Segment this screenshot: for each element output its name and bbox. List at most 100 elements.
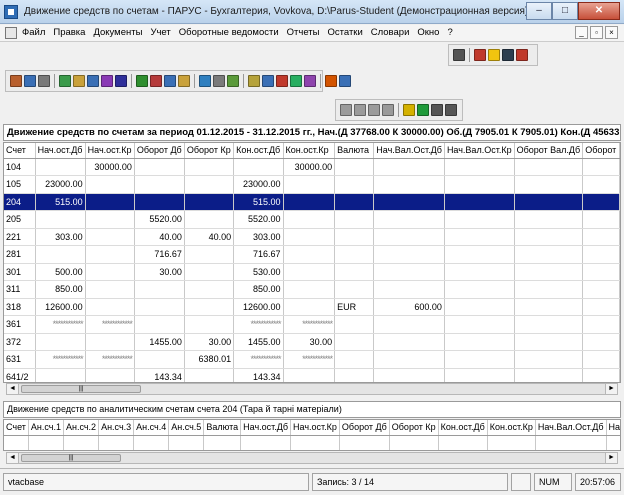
scroll-thumb[interactable]: ||| — [21, 454, 121, 462]
column-header[interactable]: Ан.сч.3 — [98, 420, 135, 436]
mdi-close-button[interactable]: × — [605, 26, 618, 39]
column-header[interactable]: Оборот — [582, 143, 620, 159]
toolbar2-icon-4[interactable] — [516, 49, 528, 61]
column-header[interactable]: Нач.Вал.Ост.Дб — [535, 420, 607, 436]
mdi-restore-button[interactable]: ▫ — [590, 26, 603, 39]
table-row[interactable]: 281 716.67 716.67 — [4, 245, 620, 264]
grid-horizontal-scrollbar[interactable]: ◄ ||| ► — [6, 383, 618, 395]
menu-item-9[interactable]: ? — [447, 27, 452, 38]
toolbar1-icon-18[interactable] — [290, 75, 302, 87]
column-header[interactable]: Ан.сч.2 — [63, 420, 100, 436]
table-row[interactable]: 361 ************ ************ ************ *… — [4, 315, 620, 334]
column-header[interactable]: Ан.сч.5 — [168, 420, 205, 436]
scroll-thumb[interactable]: ||| — [21, 385, 141, 393]
table-row[interactable]: 205 5520.00 5520.00 — [4, 210, 620, 229]
table-row[interactable]: 221 303.00 40.00 40.00 303.00 — [4, 228, 620, 246]
toolbar1-icon-1[interactable] — [24, 75, 36, 87]
column-header[interactable]: Оборот Кр — [184, 143, 235, 159]
scroll-left-icon[interactable]: ◄ — [7, 453, 19, 463]
menu-item-6[interactable]: Остатки — [327, 27, 362, 38]
toolbar1-icon-15[interactable] — [248, 75, 260, 87]
toolbar1-icon-16[interactable] — [262, 75, 274, 87]
column-header[interactable]: Счет — [4, 420, 29, 436]
toolbar1-icon-6[interactable] — [101, 75, 113, 87]
column-header[interactable]: Кон.ост.Дб — [233, 143, 284, 159]
table-row[interactable]: 631 ************ ************ 6380.01 ******… — [4, 350, 620, 369]
table-row[interactable]: 104 30000.00 30000.00 — [4, 158, 620, 176]
toolbar1-icon-7[interactable] — [115, 75, 127, 87]
column-header[interactable]: Нач.Вал.Ост.Кр — [444, 143, 515, 159]
toolbar1-icon-12[interactable] — [199, 75, 211, 87]
table-row[interactable]: 301 500.00 30.00 530.00 — [4, 263, 620, 281]
column-header[interactable]: Нач.ост.Дб — [240, 420, 292, 436]
toolbar2-icon-1[interactable] — [474, 49, 486, 61]
toolbar2-icon-2[interactable] — [488, 49, 500, 61]
toolbar1-icon-8[interactable] — [136, 75, 148, 87]
analytics-horizontal-scrollbar[interactable]: ◄ ||| ► — [6, 452, 618, 464]
toolbar1-icon-0[interactable] — [10, 75, 22, 87]
column-header[interactable]: Кон.ост.Кр — [283, 143, 336, 159]
toolbar1-icon-4[interactable] — [73, 75, 85, 87]
table-row[interactable]: 311 850.00 850.00 — [4, 280, 620, 299]
column-header[interactable]: Нач.Вал.Ост.Дб — [373, 143, 445, 159]
scroll-left-icon[interactable]: ◄ — [7, 384, 19, 394]
menu-item-7[interactable]: Словари — [371, 27, 410, 38]
column-header[interactable]: Оборот Вал.Дб — [514, 143, 584, 159]
close-button[interactable]: ✕ — [578, 2, 620, 20]
menu-item-4[interactable]: Оборотные ведомости — [179, 27, 279, 38]
column-header[interactable]: Валюта — [334, 143, 375, 159]
column-header[interactable]: Кон.ост.Кр — [487, 420, 536, 436]
maximize-button[interactable]: □ — [552, 2, 578, 20]
column-header[interactable]: Кон.ост.Дб — [438, 420, 488, 436]
toolbar1-icon-17[interactable] — [276, 75, 288, 87]
analytics-empty-row[interactable] — [4, 435, 620, 450]
scroll-right-icon[interactable]: ► — [605, 384, 617, 394]
toolbar3-icon-2[interactable] — [368, 104, 380, 116]
mdi-minimize-button[interactable]: _ — [575, 26, 588, 39]
toolbar3-icon-7[interactable] — [445, 104, 457, 116]
column-header[interactable]: Ан.сч.1 — [28, 420, 65, 436]
menu-item-8[interactable]: Окно — [417, 27, 439, 38]
document-icon[interactable] — [5, 27, 17, 39]
minimize-button[interactable]: – — [526, 2, 552, 20]
menu-item-2[interactable]: Документы — [93, 27, 142, 38]
column-header[interactable]: Нач.ост.Кр — [290, 420, 340, 436]
table-row[interactable]: 204 515.00 515.00 — [4, 193, 620, 211]
toolbar3-icon-3[interactable] — [382, 104, 394, 116]
toolbar2-icon-0[interactable] — [453, 49, 465, 61]
column-header[interactable]: Ан.сч.4 — [133, 420, 170, 436]
column-header[interactable]: Нач.Ва — [606, 420, 620, 436]
toolbar1-icon-19[interactable] — [304, 75, 316, 87]
scroll-right-icon[interactable]: ► — [605, 453, 617, 463]
menu-item-3[interactable]: Учет — [150, 27, 170, 38]
menu-item-1[interactable]: Правка — [53, 27, 85, 38]
column-header[interactable]: Нач.ост.Дб — [35, 143, 86, 159]
menu-item-0[interactable]: Файл — [22, 27, 45, 38]
table-row[interactable]: 318 12600.00 12600.00 EUR 600.00 — [4, 298, 620, 316]
table-row[interactable]: 105 23000.00 23000.00 — [4, 175, 620, 194]
toolbar3-icon-1[interactable] — [354, 104, 366, 116]
toolbar1-icon-14[interactable] — [227, 75, 239, 87]
column-header[interactable]: Оборот Кр — [389, 420, 439, 436]
toolbar1-icon-13[interactable] — [213, 75, 225, 87]
toolbar1-icon-5[interactable] — [87, 75, 99, 87]
table-row[interactable]: 372 1455.00 30.00 1455.00 30.00 — [4, 333, 620, 351]
column-header[interactable]: Счет — [4, 143, 36, 159]
toolbar1-icon-2[interactable] — [38, 75, 50, 87]
toolbar1-icon-11[interactable] — [178, 75, 190, 87]
toolbar3-icon-6[interactable] — [431, 104, 443, 116]
menu-item-5[interactable]: Отчеты — [287, 27, 320, 38]
column-header[interactable]: Нач.ост.Кр — [85, 143, 135, 159]
toolbar3-icon-0[interactable] — [340, 104, 352, 116]
toolbar1-icon-21[interactable] — [339, 75, 351, 87]
toolbar3-icon-5[interactable] — [417, 104, 429, 116]
toolbar1-icon-9[interactable] — [150, 75, 162, 87]
column-header[interactable]: Валюта — [203, 420, 242, 436]
table-row[interactable]: 641/2 143.34 143.34 — [4, 368, 620, 382]
toolbar3-icon-4[interactable] — [403, 104, 415, 116]
column-header[interactable]: Оборот Дб — [339, 420, 390, 436]
toolbar2-icon-3[interactable] — [502, 49, 514, 61]
column-header[interactable]: Оборот Дб — [134, 143, 185, 159]
toolbar1-icon-10[interactable] — [164, 75, 176, 87]
toolbar1-icon-3[interactable] — [59, 75, 71, 87]
